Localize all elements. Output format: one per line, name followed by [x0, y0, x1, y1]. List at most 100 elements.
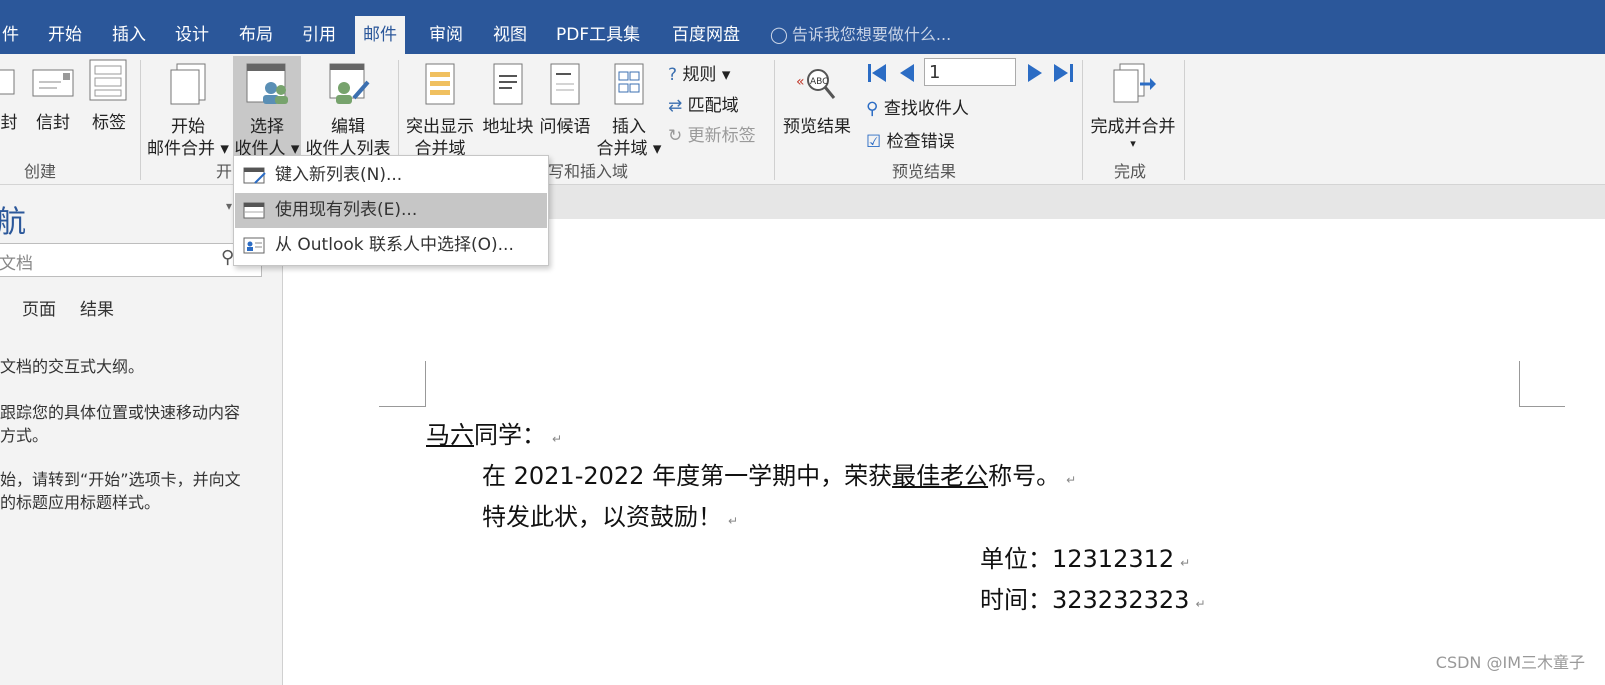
preview-results-button[interactable]: « ABC 预览结果 [778, 62, 856, 138]
labels-button[interactable]: 标签 [84, 58, 134, 134]
merge-field-award: 最佳老公 [892, 462, 989, 490]
group-separator [774, 60, 775, 180]
contacts-icon [243, 237, 265, 254]
nav-tab-pages[interactable]: 页面 [22, 295, 56, 320]
select-recipients-button[interactable]: 选择 收件人 ▾ [233, 56, 301, 160]
menu-item-type-new-list[interactable]: 键入新列表(N)... [235, 158, 547, 193]
envelopes-button[interactable]: 信封 [28, 62, 78, 134]
check-errors-button[interactable]: ☑ 检查错误 [866, 127, 955, 152]
update-labels-label: 更新标签 [687, 126, 756, 146]
find-recipient-button[interactable]: ⚲ 查找收件人 [866, 94, 969, 119]
tab-file-partial[interactable]: 件 [0, 16, 27, 54]
tell-me-text: 告诉我您想要做什么... [791, 25, 952, 44]
refresh-icon: ↻ [668, 126, 683, 146]
unit-line: 单位：12312312 ↵ [980, 539, 1190, 574]
address-block-icon [493, 63, 523, 105]
edit-recipient-list-button[interactable]: 编辑 收件人列表 [302, 62, 394, 160]
match-fields-label: 匹配域 [687, 96, 739, 116]
crop-mark-left-h [379, 406, 425, 407]
tab-view[interactable]: 视图 [485, 16, 535, 54]
tab-baidu-netdisk[interactable]: 百度网盘 [664, 16, 748, 54]
existing-list-icon [243, 202, 265, 219]
menu-item-use-existing-list[interactable]: 使用现有列表(E)... [235, 193, 547, 228]
paragraph-mark: ↵ [1195, 597, 1206, 611]
group-separator [1184, 60, 1185, 180]
search-placeholder: 文档 [0, 254, 33, 274]
insert-field-icon [614, 63, 644, 105]
match-fields-button[interactable]: ⇄ 匹配域 [668, 91, 739, 116]
insert-field-label-2: 合并域 ▾ [596, 139, 662, 159]
rules-button[interactable]: ? 规则 ▾ [668, 60, 730, 85]
tab-insert[interactable]: 插入 [104, 16, 154, 54]
update-labels-button[interactable]: ↻ 更新标签 [668, 121, 756, 146]
finish-merge-arrow: ▾ [1130, 137, 1136, 150]
watermark: CSDN @IM三木童子 [1435, 653, 1585, 672]
match-fields-icon: ⇄ [668, 96, 683, 116]
group-label-preview: 预览结果 [892, 162, 957, 181]
finish-merge-button[interactable]: 完成并合并 ▾ [1086, 62, 1180, 150]
preview-results-label: 预览结果 [783, 117, 851, 137]
finish-merge-label: 完成并合并 [1090, 117, 1176, 137]
group-label-start-merge: 开 [216, 162, 233, 181]
document-page[interactable]: 马六同学： ↵ 在 2021-2022 年度第一学期中，荣获最佳老公称号。 ↵ 特发… [283, 219, 1605, 685]
tab-design[interactable]: 设计 [167, 16, 217, 54]
greeting-label: 问候语 [539, 117, 591, 137]
last-record-icon[interactable] [1052, 62, 1076, 84]
award-line: 在 2021-2022 年度第一学期中，荣获最佳老公称号。 ↵ [482, 456, 1076, 491]
nav-help-text-1: 文档的交互式大纲。 [0, 357, 145, 376]
search-document-input[interactable]: 文档 ⚲ [0, 243, 262, 277]
tab-layout[interactable]: 布局 [231, 16, 281, 54]
tell-me-box[interactable]: ◯ 告诉我您想要做什么... [770, 16, 951, 54]
edit-list-label-1: 编辑 [331, 117, 365, 137]
menu-item-outlook-contacts[interactable]: 从 Outlook 联系人中选择(O)... [235, 228, 547, 263]
recipients-icon [246, 63, 288, 104]
navigation-title: 航 [0, 205, 26, 240]
svg-text:ABC: ABC [810, 77, 828, 87]
start-mail-merge-button[interactable]: 开始 邮件合并 ▾ [146, 62, 230, 160]
time-text: 时间：323232323 [980, 586, 1190, 614]
nav-help-text-3b: 的标题应用标题样式。 [0, 493, 161, 512]
crop-mark-right [1519, 361, 1520, 407]
salutation-line: 马六同学： ↵ [426, 415, 562, 450]
start-merge-label-2: 邮件合并 ▾ [147, 139, 229, 159]
labels-label: 标签 [92, 113, 126, 133]
address-block-button[interactable]: 地址块 [480, 62, 536, 138]
time-line: 时间：323232323 ↵ [980, 580, 1206, 615]
group-label-finish: 完成 [1114, 162, 1147, 181]
ribbon-tab-bar: 件 开始 插入 设计 布局 引用 邮件 审阅 视图 PDF工具集 百度网盘 ◯ 告… [0, 8, 1605, 54]
record-number-input[interactable]: 1 [924, 58, 1016, 86]
finish-merge-icon [1113, 63, 1156, 103]
highlight-merge-fields-button[interactable]: 突出显示 合并域 [402, 62, 478, 160]
address-block-label: 地址块 [482, 117, 534, 137]
nav-help-text-3a: 始，请转到“开始”选项卡，并向文 [0, 470, 241, 489]
tab-home[interactable]: 开始 [40, 16, 90, 54]
envelopes-label2: 信封 [36, 113, 70, 133]
tab-pdf-tools[interactable]: PDF工具集 [548, 16, 648, 54]
unit-text: 单位：12312312 [980, 545, 1175, 573]
insert-merge-field-button[interactable]: 插入 合并域 ▾ [594, 62, 664, 160]
previous-record-icon[interactable] [898, 62, 916, 84]
labels-icon [89, 59, 127, 101]
highlight-label-1: 突出显示 [406, 117, 474, 137]
tab-mailings[interactable]: 邮件 [355, 16, 405, 54]
chevron-down-icon[interactable]: ▾ [226, 199, 232, 213]
menu-item-label: 从 Outlook 联系人中选择(O)... [275, 235, 514, 255]
first-record-icon[interactable] [866, 62, 890, 84]
envelopes-button-partial[interactable]: 封 [0, 62, 24, 134]
group-label-write-insert: 写和插入域 [548, 162, 629, 181]
search-icon: ⚲ [866, 99, 879, 119]
menu-item-label: 使用现有列表(E)... [275, 200, 418, 220]
paragraph-mark: ↵ [1066, 473, 1077, 487]
edit-list-icon [329, 63, 370, 104]
next-record-icon[interactable] [1026, 62, 1044, 84]
paragraph-mark: ↵ [1180, 556, 1191, 570]
merge-field-name: 马六 [426, 421, 474, 449]
start-merge-label-1: 开始 [171, 117, 205, 137]
tab-review[interactable]: 审阅 [421, 16, 471, 54]
preview-magnifier-icon: « ABC [796, 69, 836, 99]
award-text-b: 称号。 [988, 462, 1061, 490]
tab-references[interactable]: 引用 [294, 16, 344, 54]
nav-tab-results[interactable]: 结果 [80, 295, 114, 320]
greeting-line-button[interactable]: 问候语 [537, 62, 593, 138]
title-bar [0, 0, 1605, 8]
